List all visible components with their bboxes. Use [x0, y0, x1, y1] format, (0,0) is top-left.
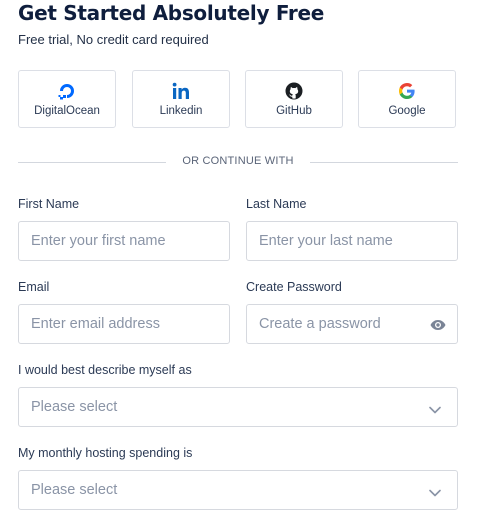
chevron-down-icon [429, 485, 441, 497]
divider-line-left [18, 162, 166, 163]
password-input[interactable] [247, 305, 457, 343]
provider-label: Google [388, 105, 426, 117]
describe-label: I would best describe myself as [18, 363, 192, 377]
first-name-label: First Name [18, 197, 80, 211]
github-icon [284, 81, 304, 101]
linkedin-button[interactable]: Linkedin [132, 70, 230, 128]
divider-text: OR CONTINUE WITH [182, 155, 294, 167]
first-name-field-box [18, 221, 230, 261]
describe-select-value: Please select [31, 399, 118, 415]
digitalocean-button[interactable]: DigitalOcean [18, 70, 116, 128]
linkedin-icon [171, 81, 191, 101]
last-name-label: Last Name [246, 197, 307, 211]
social-signup-buttons: DigitalOcean Linkedin GitHub Google [18, 70, 458, 130]
google-icon [397, 81, 417, 101]
provider-label: Linkedin [159, 105, 203, 117]
last-name-field-box [246, 221, 458, 261]
provider-label: DigitalOcean [34, 105, 100, 117]
spending-select-value: Please select [31, 482, 118, 498]
digitalocean-icon [57, 81, 77, 101]
email-field-box [18, 304, 230, 344]
page-title: Get Started Absolutely Free [18, 1, 325, 25]
password-label: Create Password [246, 280, 342, 294]
password-field-box [246, 304, 458, 344]
last-name-input[interactable] [247, 222, 457, 260]
describe-select[interactable]: Please select [18, 387, 458, 427]
divider-line-right [310, 162, 458, 163]
chevron-down-icon [429, 402, 441, 414]
email-input[interactable] [19, 305, 229, 343]
github-button[interactable]: GitHub [245, 70, 343, 128]
spending-select[interactable]: Please select [18, 470, 458, 510]
email-label: Email [18, 280, 50, 294]
provider-label: GitHub [276, 105, 312, 117]
page-subtitle: Free trial, No credit card required [18, 32, 209, 47]
or-divider: OR CONTINUE WITH [18, 154, 458, 170]
spending-label: My monthly hosting spending is [18, 446, 193, 460]
first-name-input[interactable] [19, 222, 229, 260]
google-button[interactable]: Google [358, 70, 456, 128]
show-password-icon[interactable] [430, 317, 446, 333]
